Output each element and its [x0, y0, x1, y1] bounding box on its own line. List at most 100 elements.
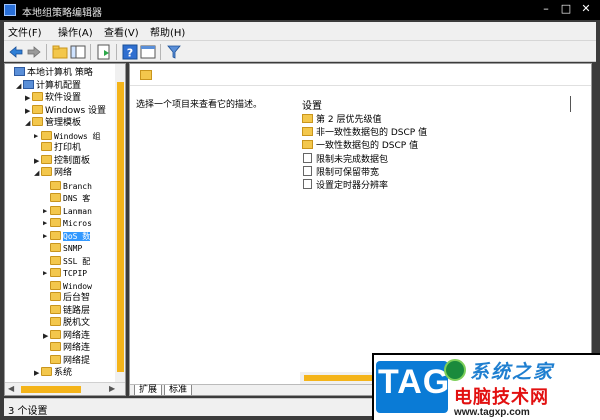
gpedit-window: 本地组策略编辑器 – □ ✕ 文件(F) 操作(A) 查看(V) 帮助(H) ?… [0, 0, 600, 420]
tree-item-label: Windows 组 [54, 131, 101, 141]
expand-arrow-icon[interactable]: ▶ [34, 130, 41, 143]
toolbar-separator [46, 44, 47, 60]
collapse-arrow-icon[interactable]: ◢ [34, 167, 41, 180]
scroll-left-icon[interactable]: ◀ [8, 384, 14, 393]
filter-icon[interactable] [166, 44, 182, 60]
menu-action[interactable]: 操作(A) [58, 24, 93, 39]
tree-item-label: Window [63, 281, 92, 291]
folder-icon [41, 167, 52, 176]
tree-hscroll-thumb[interactable] [21, 386, 81, 393]
tree-item[interactable]: 网络连 [43, 342, 90, 355]
folder-icon [50, 304, 61, 314]
tree-item[interactable]: ▶ Micros [43, 217, 92, 230]
tree-item-label: 后台智 [63, 293, 91, 303]
tree-item-label: 脱机文 [63, 318, 91, 328]
scroll-right-icon[interactable]: ▶ [109, 384, 115, 393]
tree-item-label: Branch [63, 181, 92, 191]
tree-item-label: 管理模板 [45, 118, 82, 128]
expand-arrow-icon[interactable]: ▶ [43, 267, 50, 280]
tree-item-label: SSL 配 [63, 256, 91, 266]
tree-item[interactable]: 后台智 [43, 292, 90, 305]
folder-icon [50, 230, 61, 240]
folder-icon [50, 218, 61, 227]
tree-item[interactable]: ◢ 网络 [34, 167, 72, 180]
tree-item[interactable]: ▶ Windows 组 [34, 130, 101, 143]
folder-icon [302, 140, 313, 149]
expand-arrow-icon[interactable]: ▶ [43, 217, 50, 230]
tree-item-label: QoS 数 [63, 231, 91, 241]
close-button[interactable]: ✕ [576, 2, 596, 16]
tree-item-label: 软件设置 [45, 93, 82, 103]
watermark-subtitle: 电脑技术网 [454, 387, 549, 408]
tree-item-label: 打印机 [54, 143, 82, 153]
properties-icon[interactable] [140, 44, 156, 60]
folder-icon [50, 317, 61, 326]
expand-arrow-icon[interactable]: ▶ [34, 155, 41, 168]
tree-item[interactable]: Branch [43, 180, 92, 193]
menu-help[interactable]: 帮助(H) [150, 24, 185, 39]
show-hide-tree-icon[interactable] [70, 44, 86, 60]
tree-item[interactable]: ▶ 软件设置 [25, 92, 81, 105]
collapse-arrow-icon[interactable]: ◢ [25, 117, 32, 130]
tree-item[interactable]: ▶ 控制面板 [34, 154, 90, 168]
tree-item[interactable]: DNS 客 [43, 192, 90, 205]
collapse-arrow-icon[interactable]: ◢ [16, 80, 23, 93]
expand-arrow-icon[interactable]: ▶ [43, 205, 50, 218]
tree-scroll-thumb[interactable] [117, 82, 124, 372]
tree-item[interactable]: ◢ 计算机配置 [16, 79, 81, 93]
list-item[interactable]: 限制未完成数据包 [302, 153, 388, 166]
list-item[interactable]: 第 2 层优先级值 [302, 114, 381, 127]
column-divider[interactable] [570, 96, 571, 112]
tree-item[interactable]: ◢ 管理模板 [25, 117, 81, 130]
tree-vertical-scrollbar[interactable] [115, 64, 125, 382]
tree-item[interactable]: 脱机文 [43, 317, 90, 330]
folder-icon [302, 114, 313, 123]
tree-item[interactable]: Window [43, 280, 92, 293]
export-list-icon[interactable] [96, 44, 112, 60]
expand-arrow-icon[interactable]: ▶ [34, 367, 41, 380]
menu-file[interactable]: 文件(F) [8, 24, 42, 39]
watermark-url: www.tagxp.com [454, 407, 530, 418]
column-header-settings[interactable]: 设置 [302, 97, 322, 112]
tree-item-label: 网络连 [63, 330, 91, 341]
expand-arrow-icon[interactable]: ▶ [25, 105, 32, 118]
maximize-button[interactable]: □ [558, 2, 574, 16]
minimize-button[interactable]: – [538, 2, 554, 16]
help-icon[interactable]: ? [122, 44, 138, 60]
expand-arrow-icon[interactable]: ▶ [25, 92, 32, 105]
list-item[interactable]: 非一致性数据包的 DSCP 值 [302, 127, 427, 140]
tree-item[interactable]: SSL 配 [43, 255, 90, 268]
tree-horizontal-scrollbar[interactable]: ◀ ▶ [5, 382, 125, 395]
tree-item[interactable]: 链路层 [43, 304, 90, 318]
back-arrow-icon[interactable] [8, 44, 24, 60]
tree-item[interactable]: 打印机 [34, 142, 81, 155]
list-item[interactable]: 设置定时器分辨率 [302, 179, 388, 192]
tree-item[interactable]: SNMP [43, 242, 82, 255]
tree-item[interactable]: ▶ 网络连 [43, 329, 91, 343]
tree-item[interactable]: ▶ Lanman [43, 205, 92, 218]
expand-arrow-icon[interactable]: ▶ [43, 230, 50, 243]
folder-icon [32, 92, 43, 101]
list-item-label: 设置定时器分辨率 [316, 181, 389, 191]
tree-item[interactable]: ▶ QoS 数 [43, 230, 91, 243]
menu-view[interactable]: 查看(V) [104, 24, 139, 39]
folder-icon [140, 70, 152, 80]
tree-item[interactable]: 本地计算机 策略 [7, 67, 93, 80]
watermark: TAG 系统之家 电脑技术网 www.tagxp.com [372, 353, 600, 420]
up-folder-icon[interactable] [52, 44, 68, 60]
tree-item[interactable]: ▶ TCPIP [43, 267, 87, 280]
forward-arrow-icon[interactable] [26, 44, 42, 60]
tree-item[interactable]: ▶ Windows 设置 [25, 104, 106, 118]
expand-arrow-icon[interactable]: ▶ [43, 330, 50, 343]
tree-item[interactable]: 网络提 [43, 354, 90, 368]
title-bar[interactable]: 本地组策略编辑器 – □ ✕ [0, 0, 600, 20]
tree-item-label: TCPIP [63, 269, 88, 278]
app-icon [4, 4, 16, 16]
tab-standard[interactable]: 标准 [164, 385, 193, 395]
list-item-label: 非一致性数据包的 DSCP 值 [316, 128, 428, 138]
tab-extended[interactable]: 扩展 [134, 385, 163, 395]
list-item[interactable]: 限制可保留带宽 [302, 166, 379, 179]
list-item[interactable]: 一致性数据包的 DSCP 值 [302, 140, 418, 153]
tree-item[interactable]: ▶ 系统 [34, 367, 72, 380]
folder-icon [50, 268, 61, 277]
